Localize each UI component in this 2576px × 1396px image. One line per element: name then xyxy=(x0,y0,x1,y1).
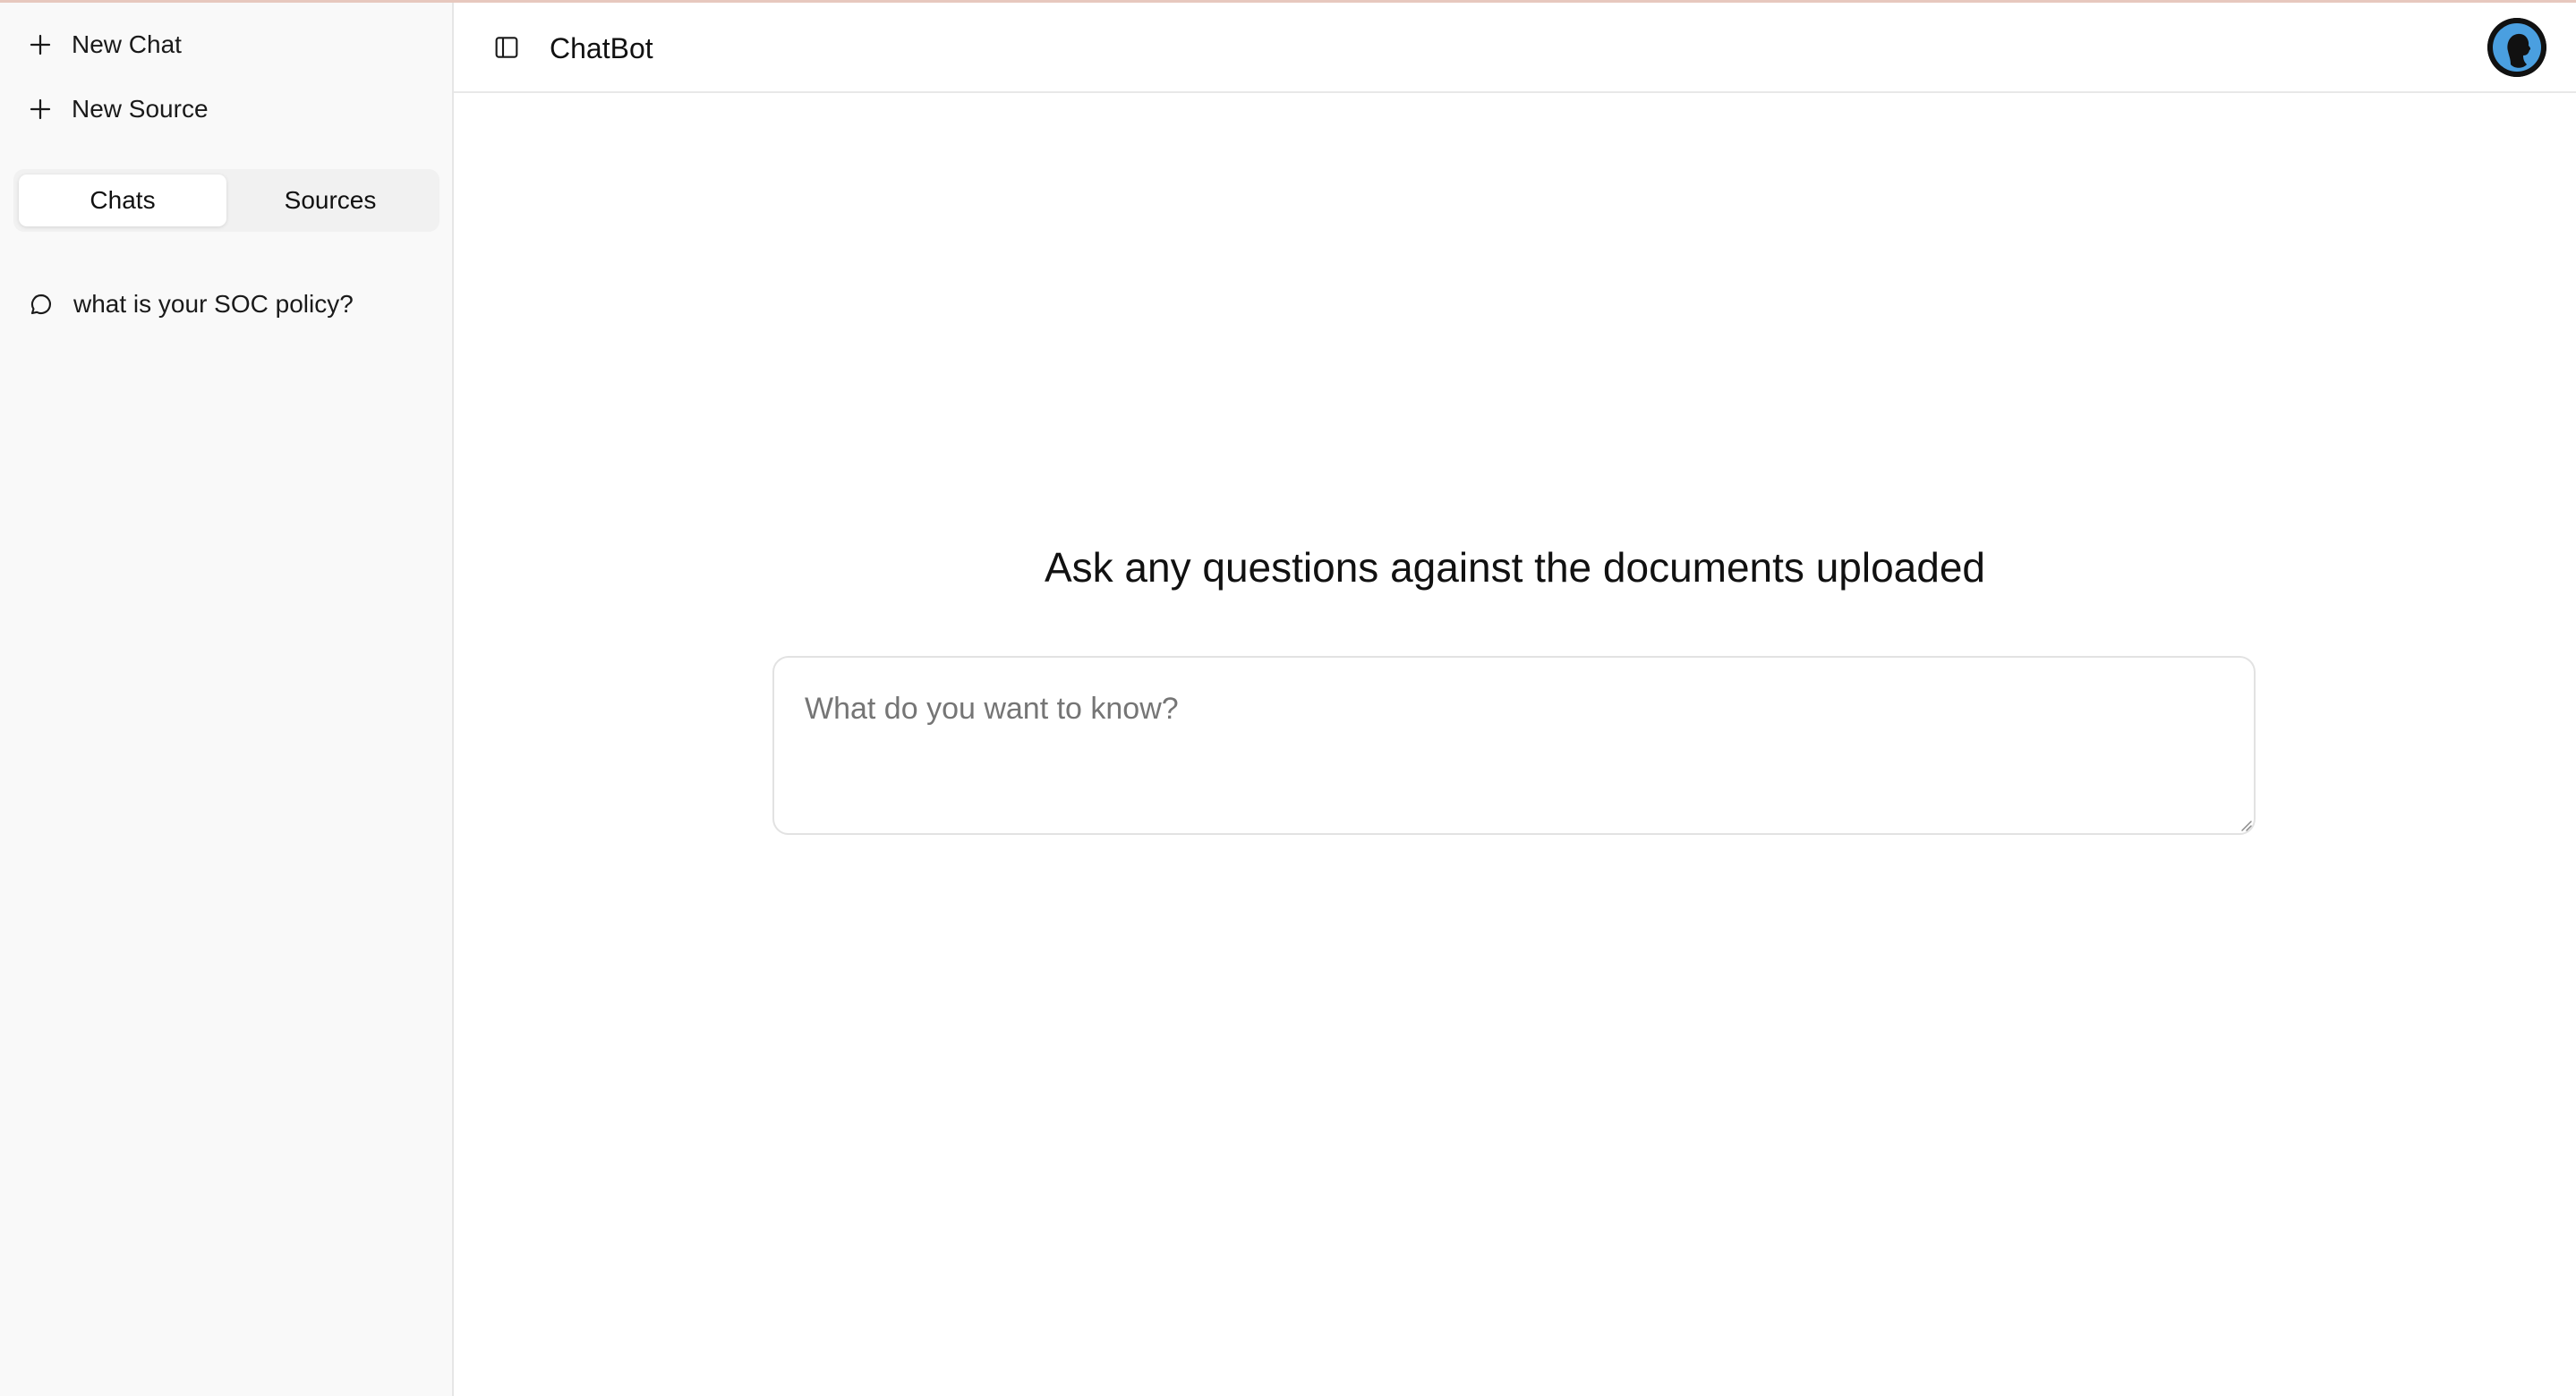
user-silhouette-icon xyxy=(2487,18,2546,77)
chat-list-item[interactable]: what is your SOC policy? xyxy=(27,290,354,319)
main-panel: ChatBot Ask any questions against the do… xyxy=(454,3,2576,1396)
page-headline: Ask any questions against the documents … xyxy=(1044,544,1986,591)
tab-sources[interactable]: Sources xyxy=(226,174,434,226)
sidebar-tabs: Chats Sources xyxy=(13,169,439,232)
sidebar: New Chat New Source Chats Sources what i… xyxy=(0,3,454,1396)
user-avatar[interactable] xyxy=(2487,18,2546,77)
plus-icon xyxy=(30,98,51,120)
chat-bubble-icon xyxy=(30,294,52,315)
sidebar-toggle-icon[interactable] xyxy=(492,33,521,62)
new-source-button[interactable]: New Source xyxy=(27,95,209,123)
app-title: ChatBot xyxy=(550,32,653,64)
plus-icon xyxy=(30,34,51,55)
resize-grip-icon[interactable] xyxy=(2239,818,2253,832)
new-source-label: New Source xyxy=(72,95,209,123)
new-chat-button[interactable]: New Chat xyxy=(27,30,182,59)
tab-chats[interactable]: Chats xyxy=(19,174,226,226)
app-shell: New Chat New Source Chats Sources what i… xyxy=(0,3,2576,1396)
new-chat-label: New Chat xyxy=(72,30,182,58)
top-bar: ChatBot xyxy=(454,3,2576,93)
question-input[interactable] xyxy=(772,656,2256,835)
chat-title: what is your SOC policy? xyxy=(73,290,354,318)
